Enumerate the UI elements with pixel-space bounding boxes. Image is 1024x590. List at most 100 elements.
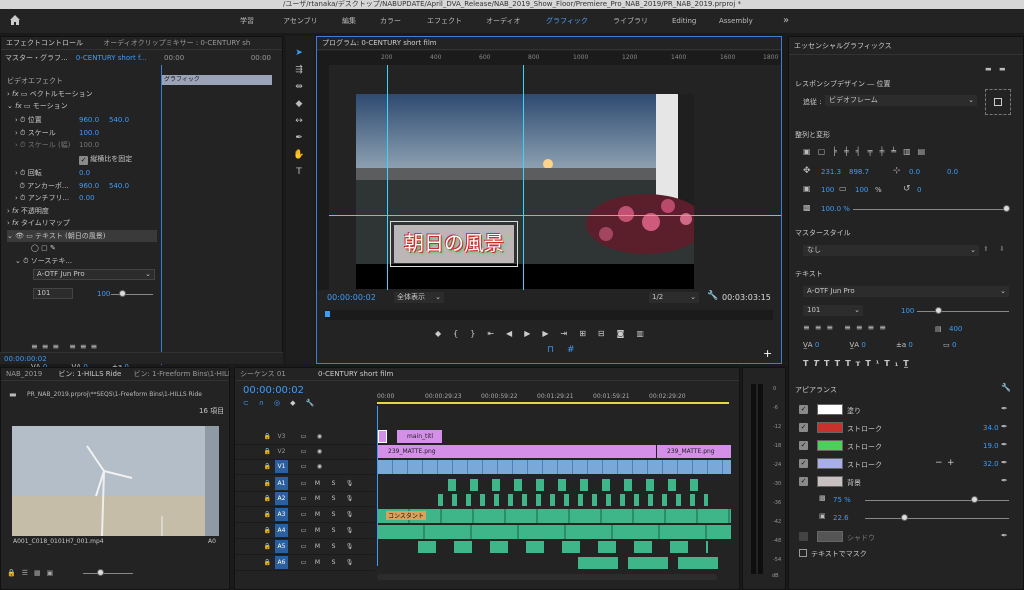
track-a6-label[interactable]: A6 <box>275 556 288 569</box>
solo-a6[interactable]: S <box>327 556 340 569</box>
align-top-icon[interactable]: ╤ <box>868 147 880 156</box>
eg-size-slider-knob[interactable] <box>935 307 942 314</box>
eg-tsume-value[interactable]: 0 <box>952 341 956 349</box>
distribute-v-icon[interactable]: ▤ <box>918 147 933 156</box>
anchor-y-value[interactable]: 540.0 <box>109 180 129 192</box>
pen-mask-icon[interactable]: ✎ <box>50 244 56 252</box>
essential-graphics-tab[interactable]: エッセンシャルグラフィックス <box>789 37 1023 55</box>
opacity-slider[interactable] <box>853 209 1009 210</box>
comparison-icon[interactable]: ▥ <box>636 329 656 338</box>
second-thumbnail[interactable] <box>205 426 219 536</box>
track-v2-label[interactable]: V2 <box>275 445 288 458</box>
mark-in-icon[interactable]: { <box>453 329 470 338</box>
tab-effect-controls[interactable]: エフェクトコントロール <box>6 39 83 47</box>
mic-a2-icon[interactable]: 🎙 <box>343 492 356 505</box>
eg-justify-left-icon[interactable]: ≡ <box>844 323 856 332</box>
tracking-slider-knob[interactable] <box>119 290 126 297</box>
audio-clips-a3[interactable]: コンスタント <box>378 509 731 523</box>
stroke1-swatch[interactable] <box>817 422 843 433</box>
lift-icon[interactable]: ⊞ <box>579 329 598 338</box>
audio-clips-a5[interactable] <box>418 541 708 553</box>
clip-name-2[interactable]: A0 <box>208 538 216 545</box>
wrench-icon[interactable]: 🔧 <box>707 291 718 301</box>
rotation-value[interactable]: 0.0 <box>79 167 90 179</box>
justify2-icon[interactable]: ≡ <box>80 342 91 351</box>
follow-dropdown[interactable]: ビデオフレーム ⌄ <box>825 95 977 106</box>
step-back-icon[interactable]: ◀ <box>506 329 524 338</box>
timeline-ruler[interactable]: 00:00 00:00:29:23 00:00:59:22 00:01:29:2… <box>377 391 737 405</box>
eg-size-slider[interactable] <box>917 311 1009 312</box>
play-icon[interactable]: ▶ <box>524 329 542 338</box>
track-v1-label[interactable]: V1 <box>275 460 288 473</box>
program-timecode[interactable]: 00:00:00:02 <box>327 293 376 302</box>
eg-bold-icon[interactable]: T <box>803 359 813 368</box>
solo-a2[interactable]: S <box>327 492 340 505</box>
track-a2-label[interactable]: A2 <box>275 492 288 505</box>
mute-a1[interactable]: M <box>311 477 324 490</box>
eg-align-center-icon[interactable]: ≡ <box>815 323 827 332</box>
align-bottom-icon[interactable]: ╧ <box>891 147 903 156</box>
workspace-assembly[interactable]: Assembly <box>717 9 755 33</box>
align-center-icon[interactable]: ≡ <box>42 342 53 351</box>
text-layer-row[interactable]: ⌄ 👁 ▭ テキスト (朝日の風景) <box>7 230 157 242</box>
mute-a2[interactable]: M <box>311 492 324 505</box>
stroke1-checkbox[interactable]: ✓ <box>799 423 808 432</box>
clip-v3-main-title[interactable]: main_titl <box>397 430 442 443</box>
shadow-swatch[interactable] <box>817 531 843 542</box>
clip-v2-matte-2[interactable]: 239_MATTE.png <box>657 445 731 458</box>
type-tool-icon[interactable]: T <box>292 165 306 179</box>
step-forward-icon[interactable]: ▶ <box>542 329 560 338</box>
freeform-view-icon[interactable]: ▣ <box>47 569 60 577</box>
workspace-audio[interactable]: オーディオ <box>484 9 523 33</box>
tab-sequence-01[interactable]: シーケンス 01 <box>240 370 286 378</box>
clip-thumbnail[interactable] <box>12 426 205 536</box>
font-dropdown[interactable]: A-OTF Jun Pro ⌄ <box>33 269 155 280</box>
mask-with-text-checkbox[interactable] <box>799 549 807 557</box>
eg-underline-icon[interactable]: T̲ <box>903 359 913 368</box>
vector-motion-row[interactable]: › fx ▭ ベクトルモーション <box>7 88 93 100</box>
track-a4-label[interactable]: A4 <box>275 524 288 537</box>
tracking-slider[interactable] <box>111 294 153 295</box>
shadow-checkbox[interactable] <box>799 532 808 541</box>
ec-timecode[interactable]: 00:00:00:02 <box>4 355 47 363</box>
clip-v1-sequence[interactable] <box>378 460 731 474</box>
opacity-slider-knob[interactable] <box>1003 205 1010 212</box>
eg-italic-icon[interactable]: T <box>813 359 823 368</box>
time-remap-row[interactable]: › fx タイムリマップ <box>7 217 70 229</box>
add-stroke-icon[interactable]: + <box>947 458 955 468</box>
workspace-edit[interactable]: 編集 <box>340 9 358 33</box>
lock-v2-icon[interactable]: 🔒 <box>261 445 274 458</box>
timeline-scrollbar[interactable] <box>377 574 717 580</box>
tab-bin-hills[interactable]: ビン: 1-HILLS Ride <box>58 370 121 378</box>
rect-mask-icon[interactable]: ▢ <box>41 244 48 252</box>
ellipse-mask-icon[interactable]: ◯ <box>31 244 39 252</box>
timeline-timecode[interactable]: 00:00:00:02 <box>243 385 304 396</box>
stroke1-eyedropper-icon[interactable]: ✒ <box>1001 422 1008 431</box>
program-monitor-tab[interactable]: プログラム: 0-CENTURY short film <box>317 37 781 50</box>
anchor-x-value[interactable]: 960.0 <box>79 180 99 192</box>
resolution-dropdown[interactable]: 1/2 ⌄ <box>649 292 699 303</box>
eg-smallcaps-icon[interactable]: Tт <box>845 359 865 368</box>
eg-align-left-icon[interactable]: ≡ <box>803 323 815 332</box>
track-select-tool-icon[interactable]: ⇶ <box>292 63 306 77</box>
folder-layer-icon[interactable]: ▬ <box>999 65 1006 73</box>
mark-out-icon[interactable]: } <box>470 329 487 338</box>
sync-v1-icon[interactable]: ▭ <box>297 460 310 473</box>
style-apply-icon[interactable]: ⬇ <box>999 245 1005 253</box>
mic-a6-icon[interactable]: 🎙 <box>343 556 356 569</box>
eg-scale[interactable]: 100 <box>821 186 834 194</box>
position-y-value[interactable]: 540.0 <box>109 114 129 126</box>
mic-a1-icon[interactable]: 🎙 <box>343 477 356 490</box>
eg-tracking-value[interactable]: 0 <box>861 341 865 349</box>
bg-opacity-slider[interactable] <box>865 500 1009 501</box>
shadow-eyedropper-icon[interactable]: ✒ <box>1001 531 1008 540</box>
linked-icon[interactable]: ◎ <box>274 399 290 407</box>
tab-bin-freeform[interactable]: ビン: 1-Freeform Bins\1-HILLS Ride <box>134 370 229 378</box>
workspace-color[interactable]: カラー <box>378 9 403 33</box>
justify3-icon[interactable]: ≡ <box>91 342 102 351</box>
stroke2-checkbox[interactable]: ✓ <box>799 441 808 450</box>
track-v3-label[interactable]: V3 <box>275 430 288 443</box>
tab-audio-clip-mixer[interactable]: オーディオクリップミキサー : 0-CENTURY sh <box>103 39 250 47</box>
sync-a5-icon[interactable]: ▭ <box>297 540 310 553</box>
solo-a5[interactable]: S <box>327 540 340 553</box>
